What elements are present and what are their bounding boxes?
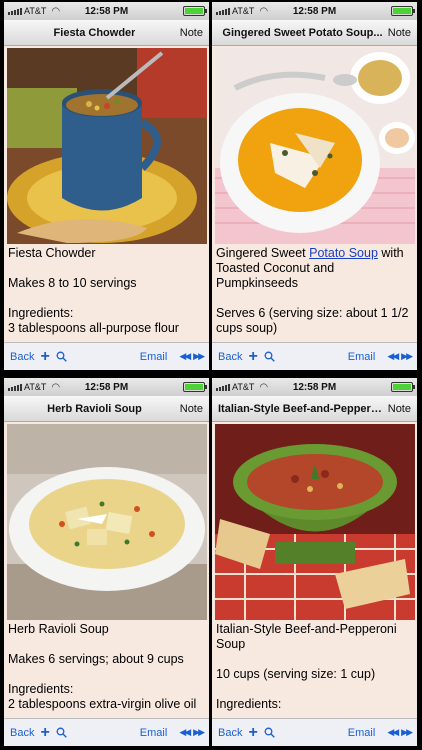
recipe-heading: Gingered Sweet Potato Soup with Toasted … — [216, 246, 404, 290]
page-title: Gingered Sweet Potato Soup... — [222, 26, 383, 39]
bottom-toolbar: Back + Email ◀◀ ▶▶ — [4, 342, 209, 370]
note-button[interactable]: Note — [388, 403, 411, 415]
email-button[interactable]: Email — [348, 351, 376, 363]
page-title: Fiesta Chowder — [53, 26, 136, 39]
recipe-photo — [6, 48, 207, 244]
signal-icon — [8, 383, 22, 391]
carrier-label: AT&T — [232, 6, 255, 16]
note-button[interactable]: Note — [180, 27, 203, 39]
wifi-icon: ◠ — [51, 5, 61, 17]
recipe-screen-italian-beef-pepperoni: AT&T ◠ 12:58 PM Italian-Style Beef-and-P… — [212, 378, 417, 746]
magnifier-icon[interactable] — [264, 727, 275, 738]
battery-icon — [391, 382, 415, 392]
battery-icon — [391, 6, 415, 16]
status-bar: AT&T ◠ 12:58 PM — [212, 2, 417, 20]
page-title: Herb Ravioli Soup — [47, 402, 142, 415]
ingredients-label: Ingredients: — [8, 682, 74, 696]
wifi-icon: ◠ — [259, 5, 269, 17]
previous-icon[interactable]: ◀◀ — [387, 351, 399, 362]
email-button[interactable]: Email — [348, 727, 376, 739]
page-title: Italian-Style Beef-and-Pepperoni... — [218, 402, 387, 415]
back-button[interactable]: Back — [218, 351, 242, 363]
note-button[interactable]: Note — [180, 403, 203, 415]
recipe-servings: Makes 8 to 10 servings — [8, 276, 137, 290]
carrier-label: AT&T — [232, 382, 255, 392]
ingredient-line: 2 tablespoons extra-virgin olive oil — [8, 697, 197, 711]
plus-icon[interactable]: + — [248, 348, 257, 365]
bottom-toolbar: Back + Email ◀◀ ▶▶ — [4, 718, 209, 746]
recipe-photo — [214, 48, 415, 244]
recipe-heading: Italian-Style Beef-and-Pepperoni Soup — [216, 622, 397, 651]
email-button[interactable]: Email — [140, 351, 168, 363]
plus-icon[interactable]: + — [40, 348, 49, 365]
navigation-bar: Italian-Style Beef-and-Pepperoni... Note — [212, 396, 417, 422]
next-icon[interactable]: ▶▶ — [193, 351, 205, 362]
recipe-screen-gingered-sweet-potato: AT&T ◠ 12:58 PM Gingered Sweet Potato So… — [212, 2, 417, 370]
recipe-screen-fiesta-chowder: AT&T ◠ 12:58 PM Fiesta Chowder Note Fies… — [4, 2, 209, 370]
next-icon[interactable]: ▶▶ — [401, 351, 413, 362]
ingredient-line: 3 tablespoons all-purpose flour — [8, 321, 179, 335]
status-bar: AT&T ◠ 12:58 PM — [212, 378, 417, 396]
back-button[interactable]: Back — [10, 727, 34, 739]
recipe-text: Herb Ravioli Soup Makes 6 servings; abou… — [4, 620, 209, 712]
previous-icon[interactable]: ◀◀ — [179, 351, 191, 362]
recipe-screen-herb-ravioli: AT&T ◠ 12:58 PM Herb Ravioli Soup Note H… — [4, 378, 209, 746]
battery-icon — [183, 6, 207, 16]
magnifier-icon[interactable] — [56, 727, 67, 738]
email-button[interactable]: Email — [140, 727, 168, 739]
magnifier-icon[interactable] — [56, 351, 67, 362]
recipe-servings: Serves 6 (serving size: about 1 1/2 cups… — [216, 306, 409, 335]
carrier-label: AT&T — [24, 382, 47, 392]
recipe-heading: Herb Ravioli Soup — [8, 622, 109, 636]
recipe-photo — [214, 424, 415, 620]
signal-icon — [8, 7, 22, 15]
bottom-toolbar: Back + Email ◀◀ ▶▶ — [212, 718, 417, 746]
recipe-text: Gingered Sweet Potato Soup with Toasted … — [212, 244, 417, 336]
potato-soup-link[interactable]: Potato Soup — [309, 246, 378, 260]
bottom-toolbar: Back + Email ◀◀ ▶▶ — [212, 342, 417, 370]
recipe-photo — [6, 424, 207, 620]
magnifier-icon[interactable] — [264, 351, 275, 362]
navigation-bar: Gingered Sweet Potato Soup... Note — [212, 20, 417, 46]
wifi-icon: ◠ — [51, 381, 61, 393]
recipe-servings: 10 cups (serving size: 1 cup) — [216, 667, 376, 681]
back-button[interactable]: Back — [218, 727, 242, 739]
ingredients-label: Ingredients: — [8, 306, 74, 320]
plus-icon[interactable]: + — [40, 724, 49, 741]
wifi-icon: ◠ — [259, 381, 269, 393]
recipe-text: Italian-Style Beef-and-Pepperoni Soup 10… — [212, 620, 417, 712]
signal-icon — [216, 7, 230, 15]
recipe-servings: Makes 6 servings; about 9 cups — [8, 652, 184, 666]
status-bar: AT&T ◠ 12:58 PM — [4, 378, 209, 396]
next-icon[interactable]: ▶▶ — [401, 727, 413, 738]
recipe-text: Fiesta Chowder Makes 8 to 10 servings In… — [4, 244, 209, 336]
note-button[interactable]: Note — [388, 27, 411, 39]
ingredients-label: Ingredients: — [216, 697, 282, 711]
navigation-bar: Fiesta Chowder Note — [4, 20, 209, 46]
battery-icon — [183, 382, 207, 392]
carrier-label: AT&T — [24, 6, 47, 16]
plus-icon[interactable]: + — [248, 724, 257, 741]
recipe-heading: Fiesta Chowder — [8, 246, 96, 260]
status-bar: AT&T ◠ 12:58 PM — [4, 2, 209, 20]
next-icon[interactable]: ▶▶ — [193, 727, 205, 738]
previous-icon[interactable]: ◀◀ — [387, 727, 399, 738]
previous-icon[interactable]: ◀◀ — [179, 727, 191, 738]
back-button[interactable]: Back — [10, 351, 34, 363]
navigation-bar: Herb Ravioli Soup Note — [4, 396, 209, 422]
signal-icon — [216, 383, 230, 391]
